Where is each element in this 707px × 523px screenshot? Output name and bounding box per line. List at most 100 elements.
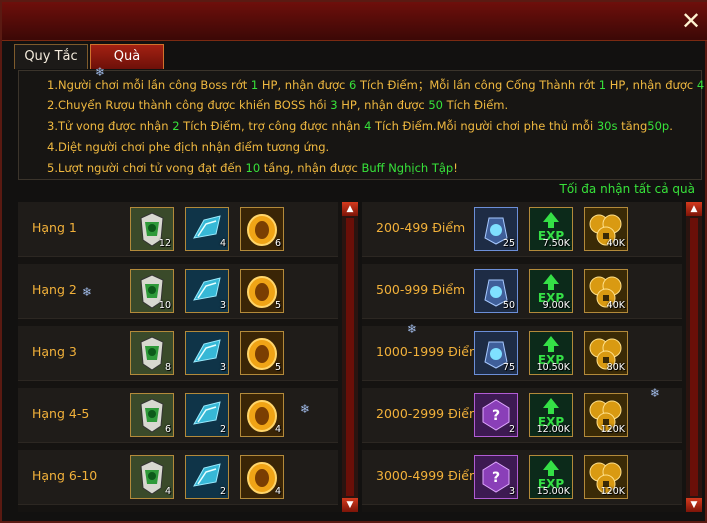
item-slot[interactable]: 4 <box>240 455 284 499</box>
item-slot[interactable]: 8 <box>130 331 174 375</box>
item-count: 7.50K <box>542 238 570 249</box>
item-slot[interactable]: 80K <box>584 331 628 375</box>
rule-text: Tích Điểm.Mỗi người chơi phe thủ mỗi <box>371 119 597 133</box>
item-slot[interactable]: ? 3 <box>474 455 518 499</box>
reward-tier-label: 2000-2999 Điểr <box>376 406 475 421</box>
scroll-track[interactable] <box>346 218 354 496</box>
item-count: 10 <box>158 300 171 311</box>
item-slot[interactable]: 25 <box>474 207 518 251</box>
reward-row: Hạng 3 8 3 5 <box>18 326 338 381</box>
item-slot[interactable]: 120K <box>584 455 628 499</box>
item-slot[interactable]: 4 <box>240 393 284 437</box>
rule-text: 3.Tử vong được nhận <box>47 119 173 133</box>
reward-row: 3000-4999 Điểr? 3 EXP 15.00K 120K <box>362 450 682 505</box>
reward-tier-label: Hạng 3 <box>32 344 77 359</box>
reward-row: Hạng 2 10 3 5 <box>18 264 338 319</box>
rule-line: 5.Lượt người chơi tử vong đạt đến 10 tần… <box>47 161 458 175</box>
snowflake-icon: ❄ <box>82 285 93 299</box>
scroll-up-icon[interactable]: ▲ <box>686 202 702 216</box>
rule-highlight: 1 <box>598 78 607 92</box>
item-slot[interactable]: 5 <box>240 331 284 375</box>
item-count: 4 <box>274 424 281 435</box>
item-slot[interactable]: 6 <box>240 207 284 251</box>
item-count: 2 <box>219 486 226 497</box>
scroll-track[interactable] <box>690 218 698 496</box>
item-count: 40K <box>606 238 625 249</box>
scroll-down-icon[interactable]: ▼ <box>686 498 702 512</box>
rule-text: Tích Điểm, trợ công được nhận <box>179 119 365 133</box>
item-slot[interactable]: 5 <box>240 269 284 313</box>
item-slot[interactable]: 40K <box>584 207 628 251</box>
points-scrollbar[interactable]: ▲ ▼ <box>686 202 702 512</box>
reward-tier-label: 500-999 Điểm <box>376 282 466 297</box>
reward-row: Hạng 6-10 4 2 4 <box>18 450 338 505</box>
item-slot[interactable]: EXP 10.50K <box>529 331 573 375</box>
item-slot[interactable]: 120K <box>584 393 628 437</box>
snowflake-icon: ❄ <box>95 65 106 79</box>
item-slot[interactable]: ? 2 <box>474 393 518 437</box>
claim-all-link[interactable]: Tối đa nhận tất cả quà <box>559 182 695 196</box>
item-slot[interactable]: EXP 15.00K <box>529 455 573 499</box>
item-count: 9.00K <box>542 300 570 311</box>
rule-text: 2.Chuyển Rượu thành công được khiến BOSS… <box>47 98 331 112</box>
item-count: 25 <box>502 238 515 249</box>
item-count: 120K <box>600 424 625 435</box>
item-count: 2 <box>508 424 515 435</box>
item-slot[interactable]: 3 <box>185 269 229 313</box>
item-slot[interactable]: 50 <box>474 269 518 313</box>
rule-text: ! <box>453 161 458 175</box>
rule-highlight: 2 <box>172 119 180 133</box>
rank-reward-list: ▲ ▼ Hạng 1 12 4 6 Hạng 2 10 3 5 Hạng 3 8 3 5 Hạng 4-… <box>18 202 358 512</box>
tab-rules[interactable]: Quy Tắc <box>14 44 88 69</box>
item-count: 3 <box>508 486 515 497</box>
item-count: 3 <box>219 300 226 311</box>
item-slot[interactable]: 4 <box>185 207 229 251</box>
item-count: 40K <box>606 300 625 311</box>
rule-text: 5.Lượt người chơi tử vong đạt đến <box>47 161 246 175</box>
reward-tier-label: Hạng 6-10 <box>32 468 98 483</box>
item-count: 4 <box>219 238 226 249</box>
rule-text: Tích Điểm；Mỗi lần công Cổng Thành rớt <box>356 78 599 92</box>
reward-dialog: ✕ Quy Tắc Quà 1.Người chơi mỗi lần công … <box>0 0 707 523</box>
rule-highlight: 4 <box>696 78 705 92</box>
item-count: 2 <box>219 424 226 435</box>
rule-text: tầng, nhận được <box>260 161 362 175</box>
scroll-up-icon[interactable]: ▲ <box>342 202 358 216</box>
item-slot[interactable]: 4 <box>130 455 174 499</box>
item-slot[interactable]: 75 <box>474 331 518 375</box>
close-icon[interactable]: ✕ <box>679 9 703 34</box>
item-slot[interactable]: EXP 7.50K <box>529 207 573 251</box>
item-count: 80K <box>606 362 625 373</box>
item-slot[interactable]: 6 <box>130 393 174 437</box>
item-count: 10.50K <box>536 362 570 373</box>
item-slot[interactable]: 10 <box>130 269 174 313</box>
reward-row: 2000-2999 Điểr? 2 EXP 12.00K 120K <box>362 388 682 443</box>
svg-text:?: ? <box>492 470 500 486</box>
rule-text: 1.Người chơi mỗi lần công Boss rớt <box>47 78 251 92</box>
item-slot[interactable]: 40K <box>584 269 628 313</box>
item-slot[interactable]: 2 <box>185 455 229 499</box>
rule-line: 1.Người chơi mỗi lần công Boss rớt 1 HP,… <box>47 77 704 93</box>
rule-highlight: Buff Nghịch Tập <box>361 161 454 175</box>
rule-line: 4.Diệt người chơi phe địch nhận điểm tươ… <box>47 140 329 154</box>
rank-scrollbar[interactable]: ▲ ▼ <box>342 202 358 512</box>
item-count: 12.00K <box>536 424 570 435</box>
item-slot[interactable]: EXP 9.00K <box>529 269 573 313</box>
item-count: 8 <box>164 362 171 373</box>
item-slot[interactable]: 3 <box>185 331 229 375</box>
item-slot[interactable]: 2 <box>185 393 229 437</box>
reward-row: Hạng 4-5 6 2 4 <box>18 388 338 443</box>
item-count: 6 <box>164 424 171 435</box>
reward-tier-label: 3000-4999 Điểr <box>376 468 475 483</box>
item-slot[interactable]: EXP 12.00K <box>529 393 573 437</box>
scroll-down-icon[interactable]: ▼ <box>342 498 358 512</box>
item-count: 5 <box>274 300 281 311</box>
item-slot[interactable]: 12 <box>130 207 174 251</box>
rules-panel: 1.Người chơi mỗi lần công Boss rớt 1 HP,… <box>18 70 704 180</box>
reward-row: 500-999 Điểm 50 EXP 9.00K 40K <box>362 264 682 319</box>
item-count: 12 <box>158 238 171 249</box>
reward-tier-label: 1000-1999 Điểr <box>376 344 475 359</box>
item-count: 75 <box>502 362 515 373</box>
rule-text: HP, nhận được <box>258 78 349 92</box>
reward-tier-label: Hạng 4-5 <box>32 406 90 421</box>
